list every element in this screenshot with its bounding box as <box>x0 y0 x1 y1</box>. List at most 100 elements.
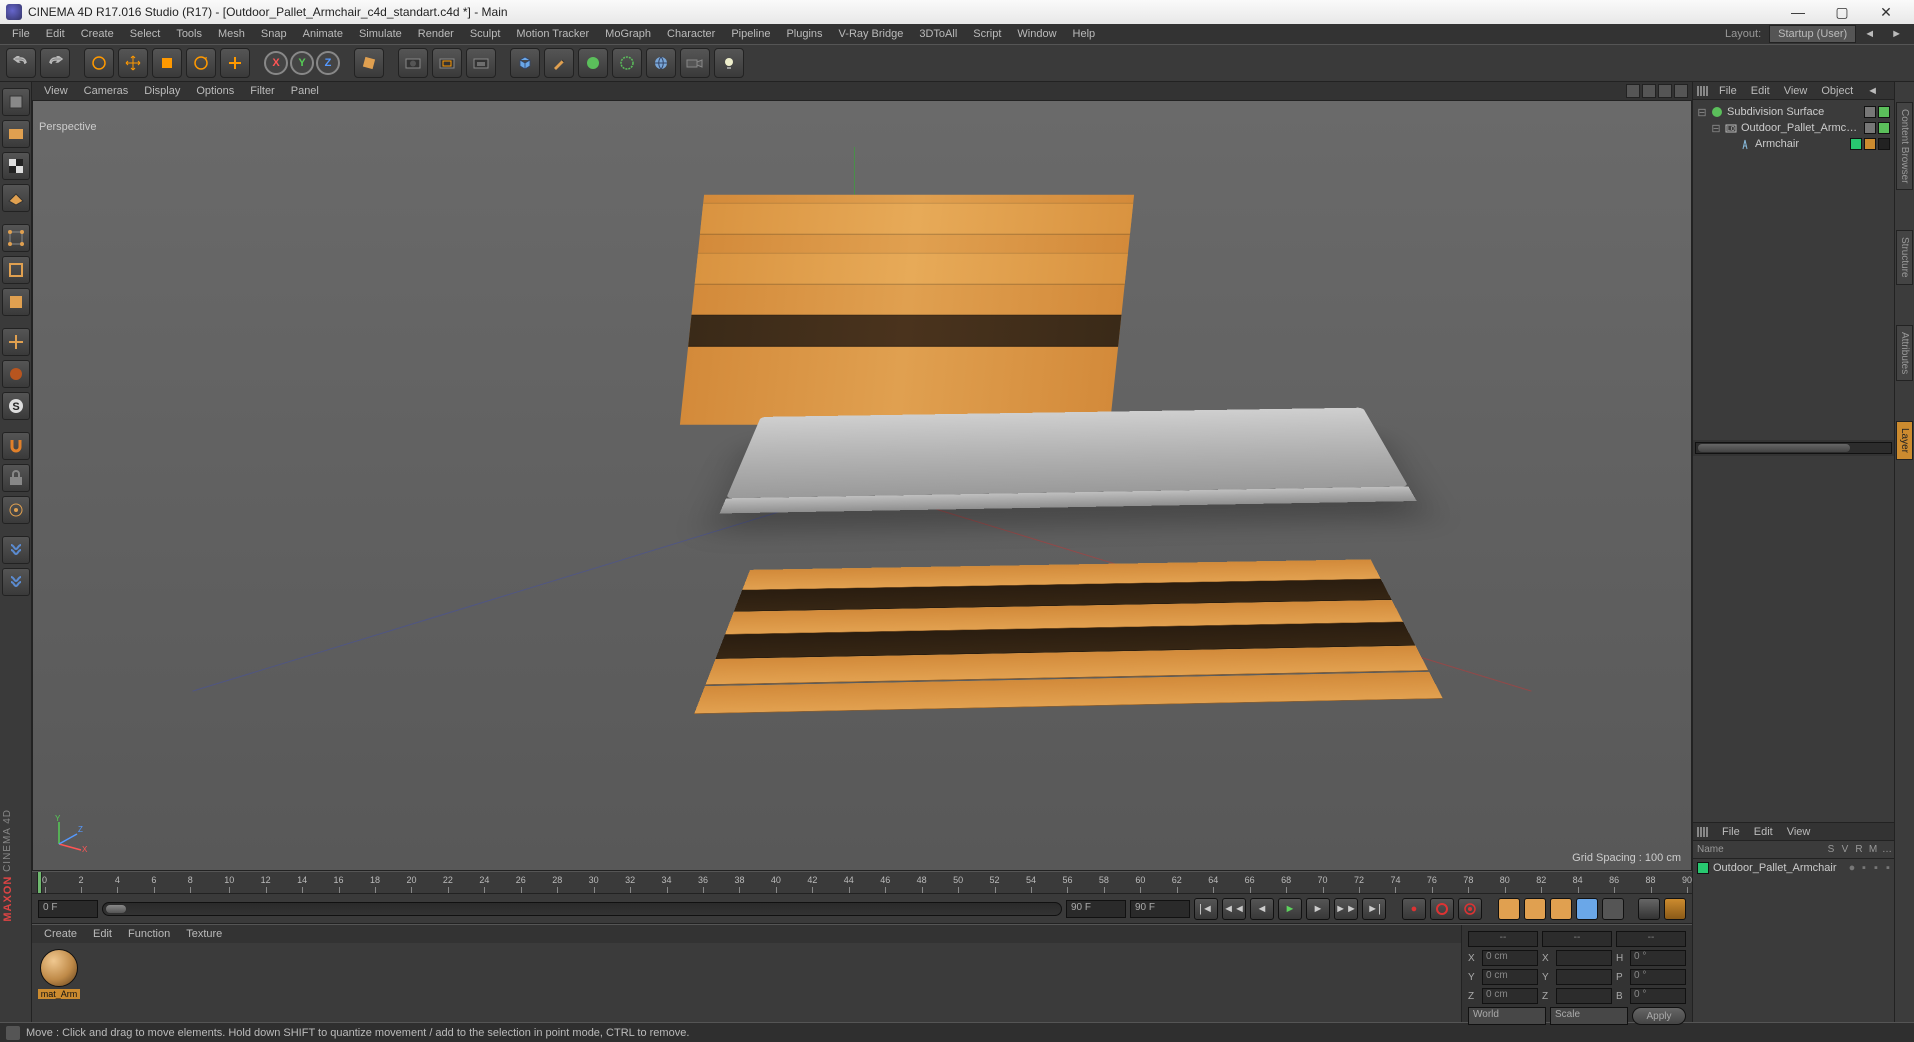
menu-tools[interactable]: Tools <box>168 26 210 42</box>
points-mode-button[interactable] <box>2 224 30 252</box>
axis-mode-button[interactable] <box>2 328 30 356</box>
timeline-ruler[interactable]: 0246810121416182022242628303234363840424… <box>32 872 1692 894</box>
rot-h-field[interactable]: 0 ° <box>1630 950 1686 966</box>
menu-pipeline[interactable]: Pipeline <box>723 26 778 42</box>
next-frame-button[interactable]: ► <box>1306 898 1330 920</box>
menu-sculpt[interactable]: Sculpt <box>462 26 509 42</box>
key-rot-toggle[interactable] <box>1550 898 1572 920</box>
layer-row[interactable]: Outdoor_Pallet_Armchair ● ▪ ▪ ▪ <box>1693 859 1894 877</box>
menu-3dtoall[interactable]: 3DToAll <box>911 26 965 42</box>
render-settings-button[interactable] <box>466 48 496 78</box>
coord-apply-button[interactable]: Apply <box>1632 1007 1686 1025</box>
layer-color-swatch[interactable] <box>1697 862 1709 874</box>
pos-z-field[interactable]: 0 cm <box>1482 988 1538 1004</box>
viewport-solo-button[interactable] <box>2 360 30 388</box>
goto-start-button[interactable]: |◄ <box>1194 898 1218 920</box>
object-manager-tree[interactable]: ⊟Subdivision Surface⊟L0Outdoor_Pallet_Ar… <box>1693 100 1894 440</box>
layermgr-menu-view[interactable]: View <box>1784 826 1814 838</box>
timeline-dopesheet-button[interactable] <box>1638 898 1660 920</box>
prev-key-button[interactable]: ◄◄ <box>1222 898 1246 920</box>
rot-p-field[interactable]: 0 ° <box>1630 969 1686 985</box>
menu-motion-tracker[interactable]: Motion Tracker <box>508 26 597 42</box>
render-view-button[interactable] <box>398 48 428 78</box>
window-minimize-button[interactable]: — <box>1776 0 1820 24</box>
key-scale-toggle[interactable] <box>1524 898 1546 920</box>
material-menu-edit[interactable]: Edit <box>85 927 120 941</box>
playhead-marker[interactable] <box>38 872 41 894</box>
layermgr-menu-file[interactable]: File <box>1719 826 1743 838</box>
menu-simulate[interactable]: Simulate <box>351 26 410 42</box>
layer-render-dot[interactable]: ▪ <box>1870 862 1882 874</box>
menu-mograph[interactable]: MoGraph <box>597 26 659 42</box>
menu-character[interactable]: Character <box>659 26 723 42</box>
layer-name-label[interactable]: Outdoor_Pallet_Armchair <box>1713 862 1846 874</box>
snap-toggle-button[interactable] <box>2 432 30 460</box>
undo-button[interactable] <box>6 48 36 78</box>
material-name-label[interactable]: mat_Arm <box>38 989 80 999</box>
deformer-button[interactable] <box>612 48 642 78</box>
last-tool[interactable] <box>220 48 250 78</box>
object-tag[interactable] <box>1864 106 1876 118</box>
object-row[interactable]: Armchair <box>1697 136 1890 152</box>
perspective-viewport[interactable]: Perspective <box>32 100 1692 871</box>
locked-workplane-button[interactable] <box>2 464 30 492</box>
dock-tab-structure[interactable]: Structure <box>1896 230 1913 285</box>
make-editable-button[interactable] <box>2 88 30 116</box>
object-manager-hscroll[interactable] <box>1695 442 1892 454</box>
viewport-menu-filter[interactable]: Filter <box>242 84 282 98</box>
range-slider[interactable] <box>102 902 1062 916</box>
menu-edit[interactable]: Edit <box>38 26 73 42</box>
attribute-manager[interactable] <box>1693 456 1894 822</box>
material-menu-texture[interactable]: Texture <box>178 927 230 941</box>
viewport-nav-3[interactable] <box>1658 84 1672 98</box>
rot-b-field[interactable]: 0 ° <box>1630 988 1686 1004</box>
play-button[interactable]: ► <box>1278 898 1302 920</box>
menu-plugins[interactable]: Plugins <box>778 26 830 42</box>
environment-button[interactable] <box>646 48 676 78</box>
tweak-mode-button[interactable] <box>2 496 30 524</box>
dock-tab-layer[interactable]: Layer <box>1896 421 1913 460</box>
edges-mode-button[interactable] <box>2 256 30 284</box>
objmgr-menu-file[interactable]: File <box>1716 85 1740 97</box>
material-item[interactable]: mat_Arm <box>38 949 80 999</box>
script-button-1[interactable] <box>2 536 30 564</box>
menu-script[interactable]: Script <box>965 26 1009 42</box>
scale-tool[interactable] <box>152 48 182 78</box>
material-menu-create[interactable]: Create <box>36 927 85 941</box>
key-param-toggle[interactable] <box>1576 898 1598 920</box>
coord-mode-dropdown[interactable]: Scale <box>1550 1007 1628 1025</box>
menu-animate[interactable]: Animate <box>295 26 351 42</box>
object-tag[interactable] <box>1864 138 1876 150</box>
layout-next-button[interactable]: ► <box>1883 26 1910 42</box>
object-name-label[interactable]: Armchair <box>1755 138 1847 150</box>
light-button[interactable] <box>714 48 744 78</box>
viewport-nav-4[interactable] <box>1674 84 1688 98</box>
coord-system-button[interactable] <box>354 48 384 78</box>
object-row[interactable]: ⊟Subdivision Surface <box>1697 104 1890 120</box>
size-x-field[interactable] <box>1556 950 1612 966</box>
menu-select[interactable]: Select <box>122 26 169 42</box>
object-tag[interactable] <box>1878 122 1890 134</box>
pos-y-field[interactable]: 0 cm <box>1482 969 1538 985</box>
menu-render[interactable]: Render <box>410 26 462 42</box>
size-z-field[interactable] <box>1556 988 1612 1004</box>
object-name-label[interactable]: Outdoor_Pallet_Armchair <box>1741 122 1861 134</box>
viewport-menu-display[interactable]: Display <box>136 84 188 98</box>
viewport-menu-panel[interactable]: Panel <box>283 84 327 98</box>
coord-space-dropdown[interactable]: World <box>1468 1007 1546 1025</box>
layout-dropdown[interactable]: Startup (User) <box>1769 25 1856 43</box>
axis-z-toggle[interactable]: Z <box>316 51 340 75</box>
objmgr-nav[interactable]: ◄ <box>1864 85 1881 97</box>
subdiv-button[interactable] <box>578 48 608 78</box>
next-key-button[interactable]: ►► <box>1334 898 1358 920</box>
range-end-field[interactable]: 90 F <box>1066 900 1126 918</box>
object-tag[interactable] <box>1878 106 1890 118</box>
layer-view-dot[interactable]: ▪ <box>1858 862 1870 874</box>
object-tag[interactable] <box>1850 138 1862 150</box>
axis-x-toggle[interactable]: X <box>264 51 288 75</box>
menu-v-ray-bridge[interactable]: V-Ray Bridge <box>831 26 912 42</box>
objmgr-menu-edit[interactable]: Edit <box>1748 85 1773 97</box>
viewport-menu-options[interactable]: Options <box>188 84 242 98</box>
menu-file[interactable]: File <box>4 26 38 42</box>
material-menu-function[interactable]: Function <box>120 927 178 941</box>
